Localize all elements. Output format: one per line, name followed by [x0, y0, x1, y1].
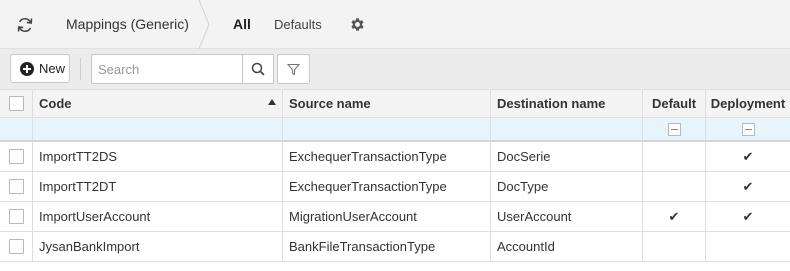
cell-destination-name[interactable]: AccountId [491, 232, 643, 261]
toolbar-divider [80, 58, 81, 80]
search-button[interactable] [242, 54, 274, 84]
cell-deployment[interactable]: ✔ [706, 142, 790, 171]
row-checkbox[interactable] [8, 179, 24, 194]
table-row[interactable]: ImportTT2DS ExchequerTransactionType DocSe… [0, 142, 790, 172]
cell-code[interactable]: JysanBankImport [33, 232, 283, 261]
deployment-filter-checkbox[interactable] [741, 122, 755, 136]
column-header-label: Deployment [710, 96, 786, 111]
filter-icon [287, 63, 300, 75]
column-header-label: Destination name [497, 96, 606, 111]
cell-source-name[interactable]: BankFileTransactionType [283, 232, 491, 261]
filter-cell-select [0, 118, 33, 140]
cell-source-name[interactable]: MigrationUserAccount [283, 202, 491, 231]
gear-icon[interactable] [347, 14, 367, 34]
cell-code[interactable]: ImportTT2DT [33, 172, 283, 201]
row-checkbox[interactable] [8, 149, 24, 164]
code-value: ImportTT2DS [39, 149, 118, 164]
cell-source-name[interactable]: ExchequerTransactionType [283, 172, 491, 201]
column-header-default[interactable]: Default [643, 90, 706, 117]
cell-code[interactable]: ImportTT2DS [33, 142, 283, 171]
search-input[interactable] [91, 54, 243, 84]
new-button-label: New [39, 61, 66, 76]
filter-button[interactable] [277, 54, 310, 84]
row-select-cell [0, 232, 33, 261]
cell-source-name[interactable]: ExchequerTransactionType [283, 142, 491, 171]
table-row[interactable]: ImportTT2DT ExchequerTransactionType DocTy… [0, 172, 790, 202]
tab-defaults[interactable]: Defaults [274, 17, 322, 32]
code-value: JysanBankImport [39, 239, 140, 254]
filter-cell-destination-name[interactable] [491, 118, 643, 140]
column-header-source-name[interactable]: Source name [283, 90, 491, 117]
source-name-value: ExchequerTransactionType [289, 149, 447, 164]
search-icon [251, 62, 265, 76]
sort-ascending-icon [268, 99, 276, 105]
cell-destination-name[interactable]: DocSerie [491, 142, 643, 171]
filter-cell-default [643, 118, 706, 140]
source-name-value: MigrationUserAccount [289, 209, 417, 224]
grid-filter-row [0, 118, 790, 142]
column-header-label: Default [651, 96, 697, 111]
select-all-cell [0, 90, 33, 117]
cell-deployment[interactable]: ✔ [706, 172, 790, 201]
table-row[interactable]: JysanBankImport BankFileTransactionType Ac… [0, 232, 790, 262]
new-button[interactable]: New [10, 54, 70, 83]
cell-default[interactable] [643, 232, 706, 261]
page-title: Mappings (Generic) [66, 16, 189, 32]
plus-circle-icon [20, 61, 34, 76]
cell-deployment[interactable]: ✔ [706, 202, 790, 231]
column-header-label: Source name [289, 96, 371, 111]
filter-cell-code[interactable] [33, 118, 283, 140]
column-header-label: Code [39, 96, 72, 111]
check-icon: ✔ [668, 209, 680, 224]
column-header-deployment[interactable]: Deployment [706, 90, 790, 117]
default-filter-checkbox[interactable] [667, 122, 681, 136]
refresh-icon[interactable] [13, 13, 37, 37]
row-checkbox[interactable] [8, 209, 24, 224]
tab-all[interactable]: All [233, 16, 251, 32]
row-select-cell [0, 142, 33, 171]
check-icon: ✔ [742, 179, 754, 194]
check-icon: ✔ [742, 209, 754, 224]
destination-name-value: UserAccount [497, 209, 572, 224]
column-header-code[interactable]: Code [33, 90, 283, 117]
cell-destination-name[interactable]: DocType [491, 172, 643, 201]
table-row[interactable]: ImportUserAccount MigrationUserAccount Use… [0, 202, 790, 232]
page-header: Mappings (Generic) All Defaults [0, 0, 790, 49]
breadcrumb-separator [198, 0, 210, 49]
source-name-value: ExchequerTransactionType [289, 179, 447, 194]
code-value: ImportUserAccount [39, 209, 151, 224]
filter-cell-source-name[interactable] [283, 118, 491, 140]
column-header-destination-name[interactable]: Destination name [491, 90, 643, 117]
cell-destination-name[interactable]: UserAccount [491, 202, 643, 231]
row-select-cell [0, 172, 33, 201]
destination-name-value: DocSerie [497, 149, 551, 164]
cell-deployment[interactable] [706, 232, 790, 261]
filter-cell-deployment [706, 118, 790, 140]
code-value: ImportTT2DT [39, 179, 117, 194]
destination-name-value: DocType [497, 179, 549, 194]
row-select-cell [0, 202, 33, 231]
check-icon: ✔ [742, 149, 754, 164]
source-name-value: BankFileTransactionType [289, 239, 436, 254]
cell-default[interactable]: ✔ [643, 202, 706, 231]
cell-default[interactable] [643, 172, 706, 201]
toolbar: New [0, 49, 790, 89]
destination-name-value: AccountId [497, 239, 555, 254]
row-checkbox[interactable] [8, 239, 24, 254]
select-all-checkbox[interactable] [8, 96, 24, 111]
cell-code[interactable]: ImportUserAccount [33, 202, 283, 231]
cell-default[interactable] [643, 142, 706, 171]
grid-header-row: Code Source name Destination name Defaul… [0, 89, 790, 118]
